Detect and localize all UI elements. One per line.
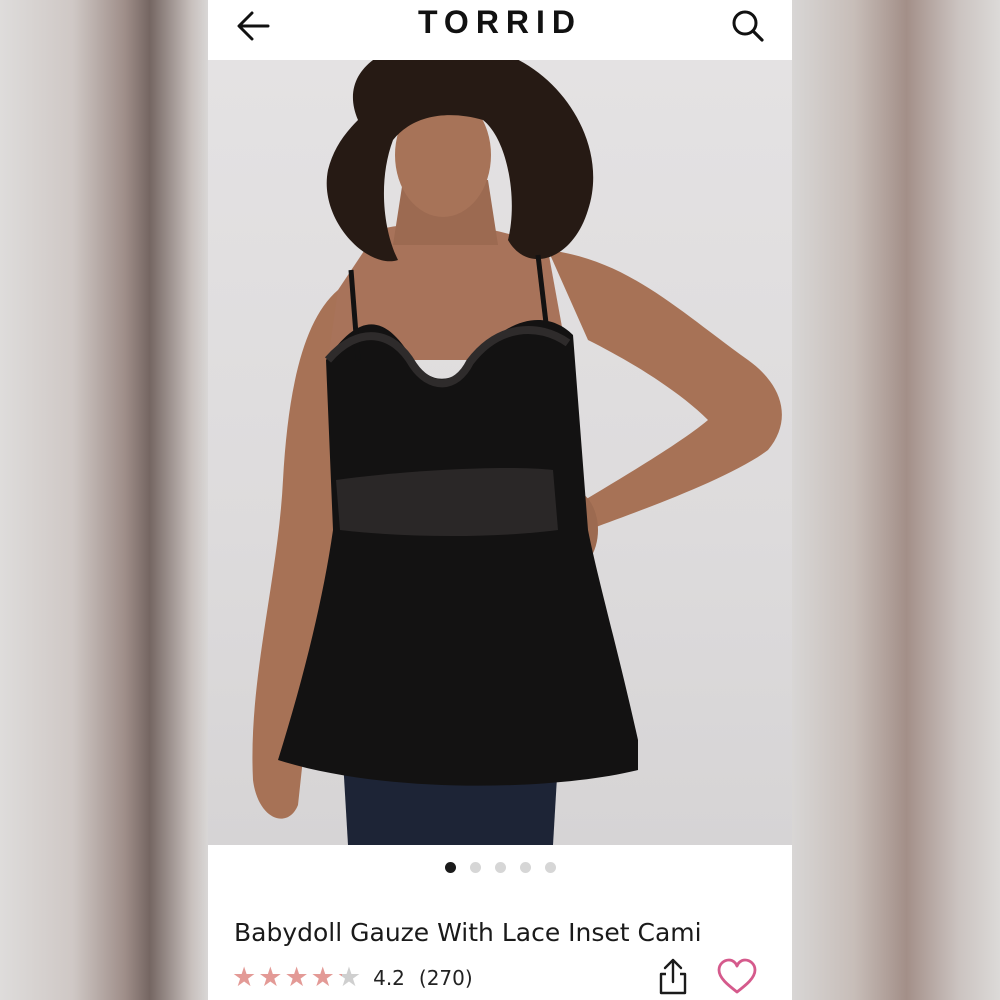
heart-outline-icon bbox=[717, 958, 757, 994]
share-icon bbox=[659, 958, 687, 995]
rating-row: ★ ★ ★ ★ ★ 4.2 (270) bbox=[232, 962, 473, 994]
star-icon: ★ bbox=[336, 962, 362, 993]
brand-logo[interactable]: TORRID bbox=[208, 4, 792, 41]
product-title: Babydoll Gauze With Lace Inset Cami bbox=[234, 918, 702, 947]
review-count[interactable]: (270) bbox=[419, 966, 473, 990]
search-button[interactable] bbox=[726, 6, 770, 46]
pagination-dot[interactable] bbox=[444, 862, 456, 873]
pagination-dot[interactable] bbox=[544, 862, 556, 873]
image-pagination bbox=[208, 862, 792, 876]
star-icon: ★ bbox=[284, 962, 309, 993]
star-icon: ★ bbox=[232, 962, 257, 993]
star-icon: ★ bbox=[310, 962, 335, 993]
left-blur-panel bbox=[0, 0, 208, 1000]
wishlist-button[interactable] bbox=[716, 958, 758, 996]
share-button[interactable] bbox=[655, 956, 691, 996]
search-icon bbox=[732, 10, 764, 42]
star-icon: ★ bbox=[258, 962, 283, 993]
product-image[interactable] bbox=[208, 60, 792, 845]
pagination-dot[interactable] bbox=[494, 862, 506, 873]
rating-value: 4.2 bbox=[373, 966, 405, 990]
right-blur-panel bbox=[792, 0, 1000, 1000]
pagination-dot[interactable] bbox=[519, 862, 531, 873]
phone-screen: TORRID Babydoll Gauze With Lace Inset Ca… bbox=[208, 0, 792, 1000]
star-rating[interactable]: ★ ★ ★ ★ ★ bbox=[232, 963, 361, 993]
top-bar: TORRID bbox=[208, 0, 792, 60]
product-photo-illustration bbox=[252, 60, 782, 845]
pagination-dot[interactable] bbox=[469, 862, 481, 873]
